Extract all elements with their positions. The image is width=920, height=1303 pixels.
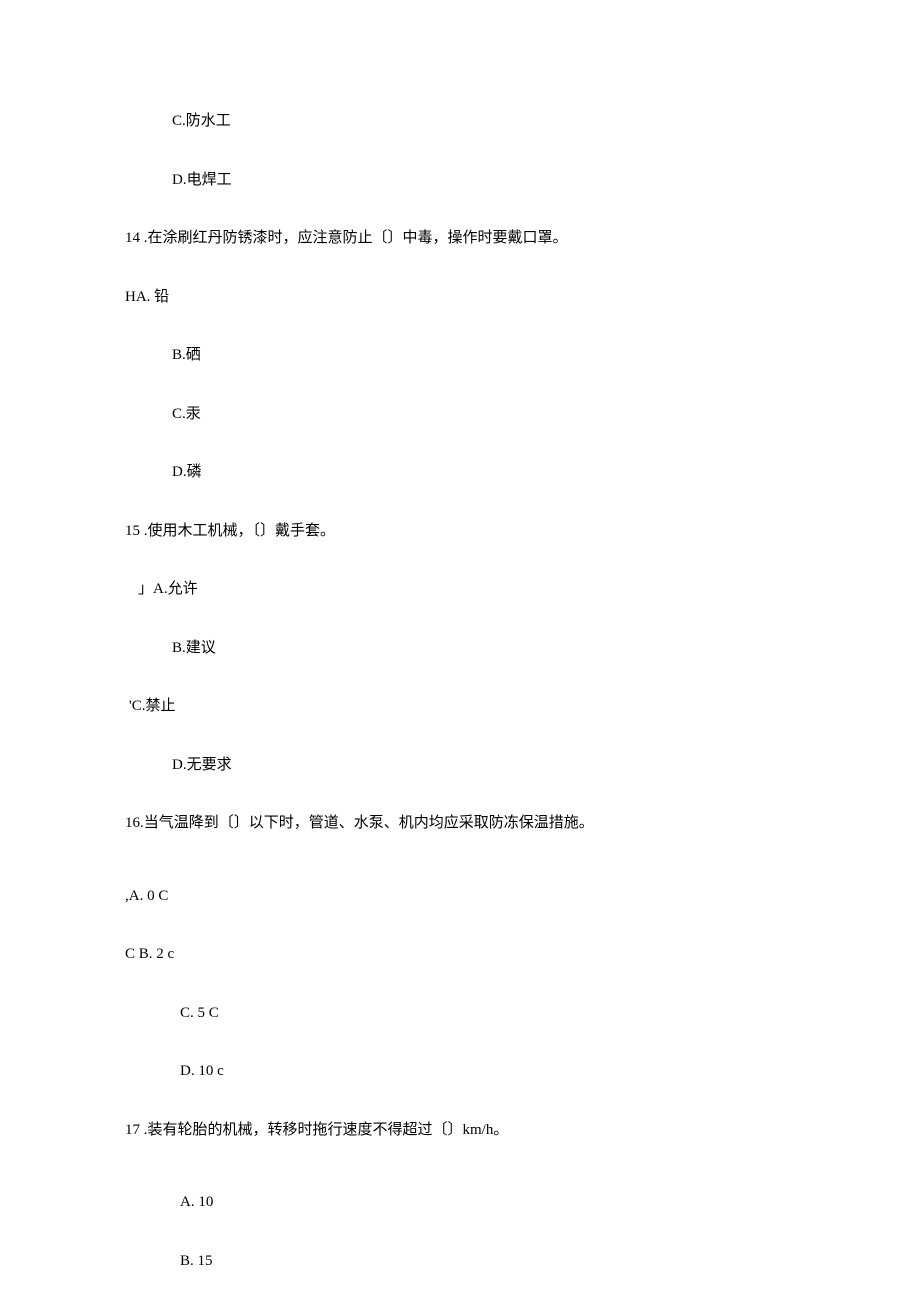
q15-option-d: D.无要求 — [125, 754, 920, 777]
q15-text: 15 .使用木工机械，〔〕戴手套。 — [125, 520, 920, 543]
q13-option-c: C.防水工 — [125, 110, 920, 133]
q15-option-b: B.建议 — [125, 637, 920, 660]
q16-option-c: C. 5 C — [125, 1002, 920, 1025]
q14-option-d: D.磷 — [125, 461, 920, 484]
q14-option-b: B.硒 — [125, 344, 920, 367]
q15-option-a: 」A.允许 — [125, 578, 920, 601]
q16-option-a: ,A. 0 C — [125, 885, 920, 908]
q17-text: 17 .装有轮胎的机械，转移时拖行速度不得超过〔〕km/h。 — [125, 1119, 920, 1142]
q17-option-a: A. 10 — [125, 1191, 920, 1214]
q14-text: 14 .在涂刷红丹防锈漆时，应注意防止〔〕中毒，操作时要戴口罩。 — [125, 227, 920, 250]
q14-option-c: C.汞 — [125, 403, 920, 426]
q16-option-b: C B. 2 c — [125, 943, 920, 966]
q13-option-d: D.电焊工 — [125, 169, 920, 192]
q14-option-a: HA. 铅 — [125, 286, 920, 309]
q17-option-b: B. 15 — [125, 1250, 920, 1273]
q16-option-d: D. 10 c — [125, 1060, 920, 1083]
q15-option-c: 'C.禁止 — [125, 695, 920, 718]
q16-text: 16.当气温降到〔〕以下时，管道、水泵、机内均应采取防冻保温措施。 — [125, 812, 920, 835]
